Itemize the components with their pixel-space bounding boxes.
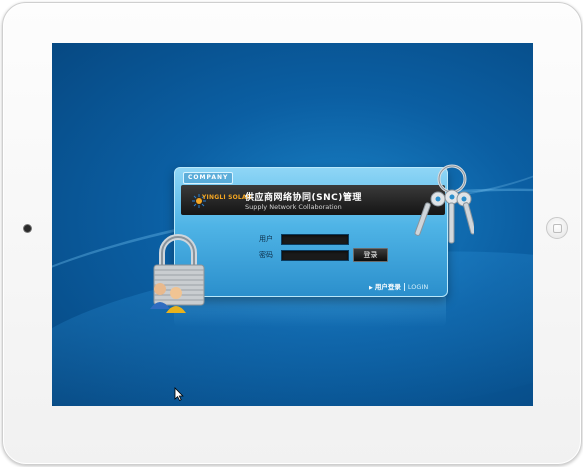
camera-icon	[24, 225, 31, 232]
panel-reflection	[174, 297, 446, 327]
mouse-pointer-icon	[174, 387, 184, 401]
username-input[interactable]	[281, 234, 349, 245]
system-subtitle: Supply Network Collaboration	[245, 203, 342, 211]
system-banner: YINGLI SOLAR 供应商网络协同(SNC)管理 Supply Netwo…	[181, 185, 445, 215]
login-panel: COMPANY YINGLI SOLAR 供应商网络协同(SNC)管理 Supp…	[174, 167, 448, 297]
username-label: 用户	[259, 235, 273, 243]
footer-divider	[403, 283, 405, 291]
arrow-right-icon: ▶	[369, 285, 373, 291]
lock-with-users-icon	[150, 234, 205, 313]
screen: COMPANY YINGLI SOLAR 供应商网络协同(SNC)管理 Supp…	[52, 43, 533, 406]
system-title: 供应商网络协同(SNC)管理	[245, 193, 362, 203]
password-input[interactable]	[281, 250, 349, 261]
footer-login: ▶ 用户登录 LOGIN	[369, 281, 428, 291]
footer-login-en[interactable]: LOGIN	[408, 283, 428, 291]
company-tag: COMPANY	[183, 172, 234, 184]
footer-login-cn[interactable]: 用户登录	[375, 283, 401, 291]
keys-icon	[414, 164, 474, 244]
login-button[interactable]: 登录	[353, 248, 388, 262]
password-label: 密码	[259, 251, 273, 259]
home-button[interactable]	[546, 217, 568, 239]
